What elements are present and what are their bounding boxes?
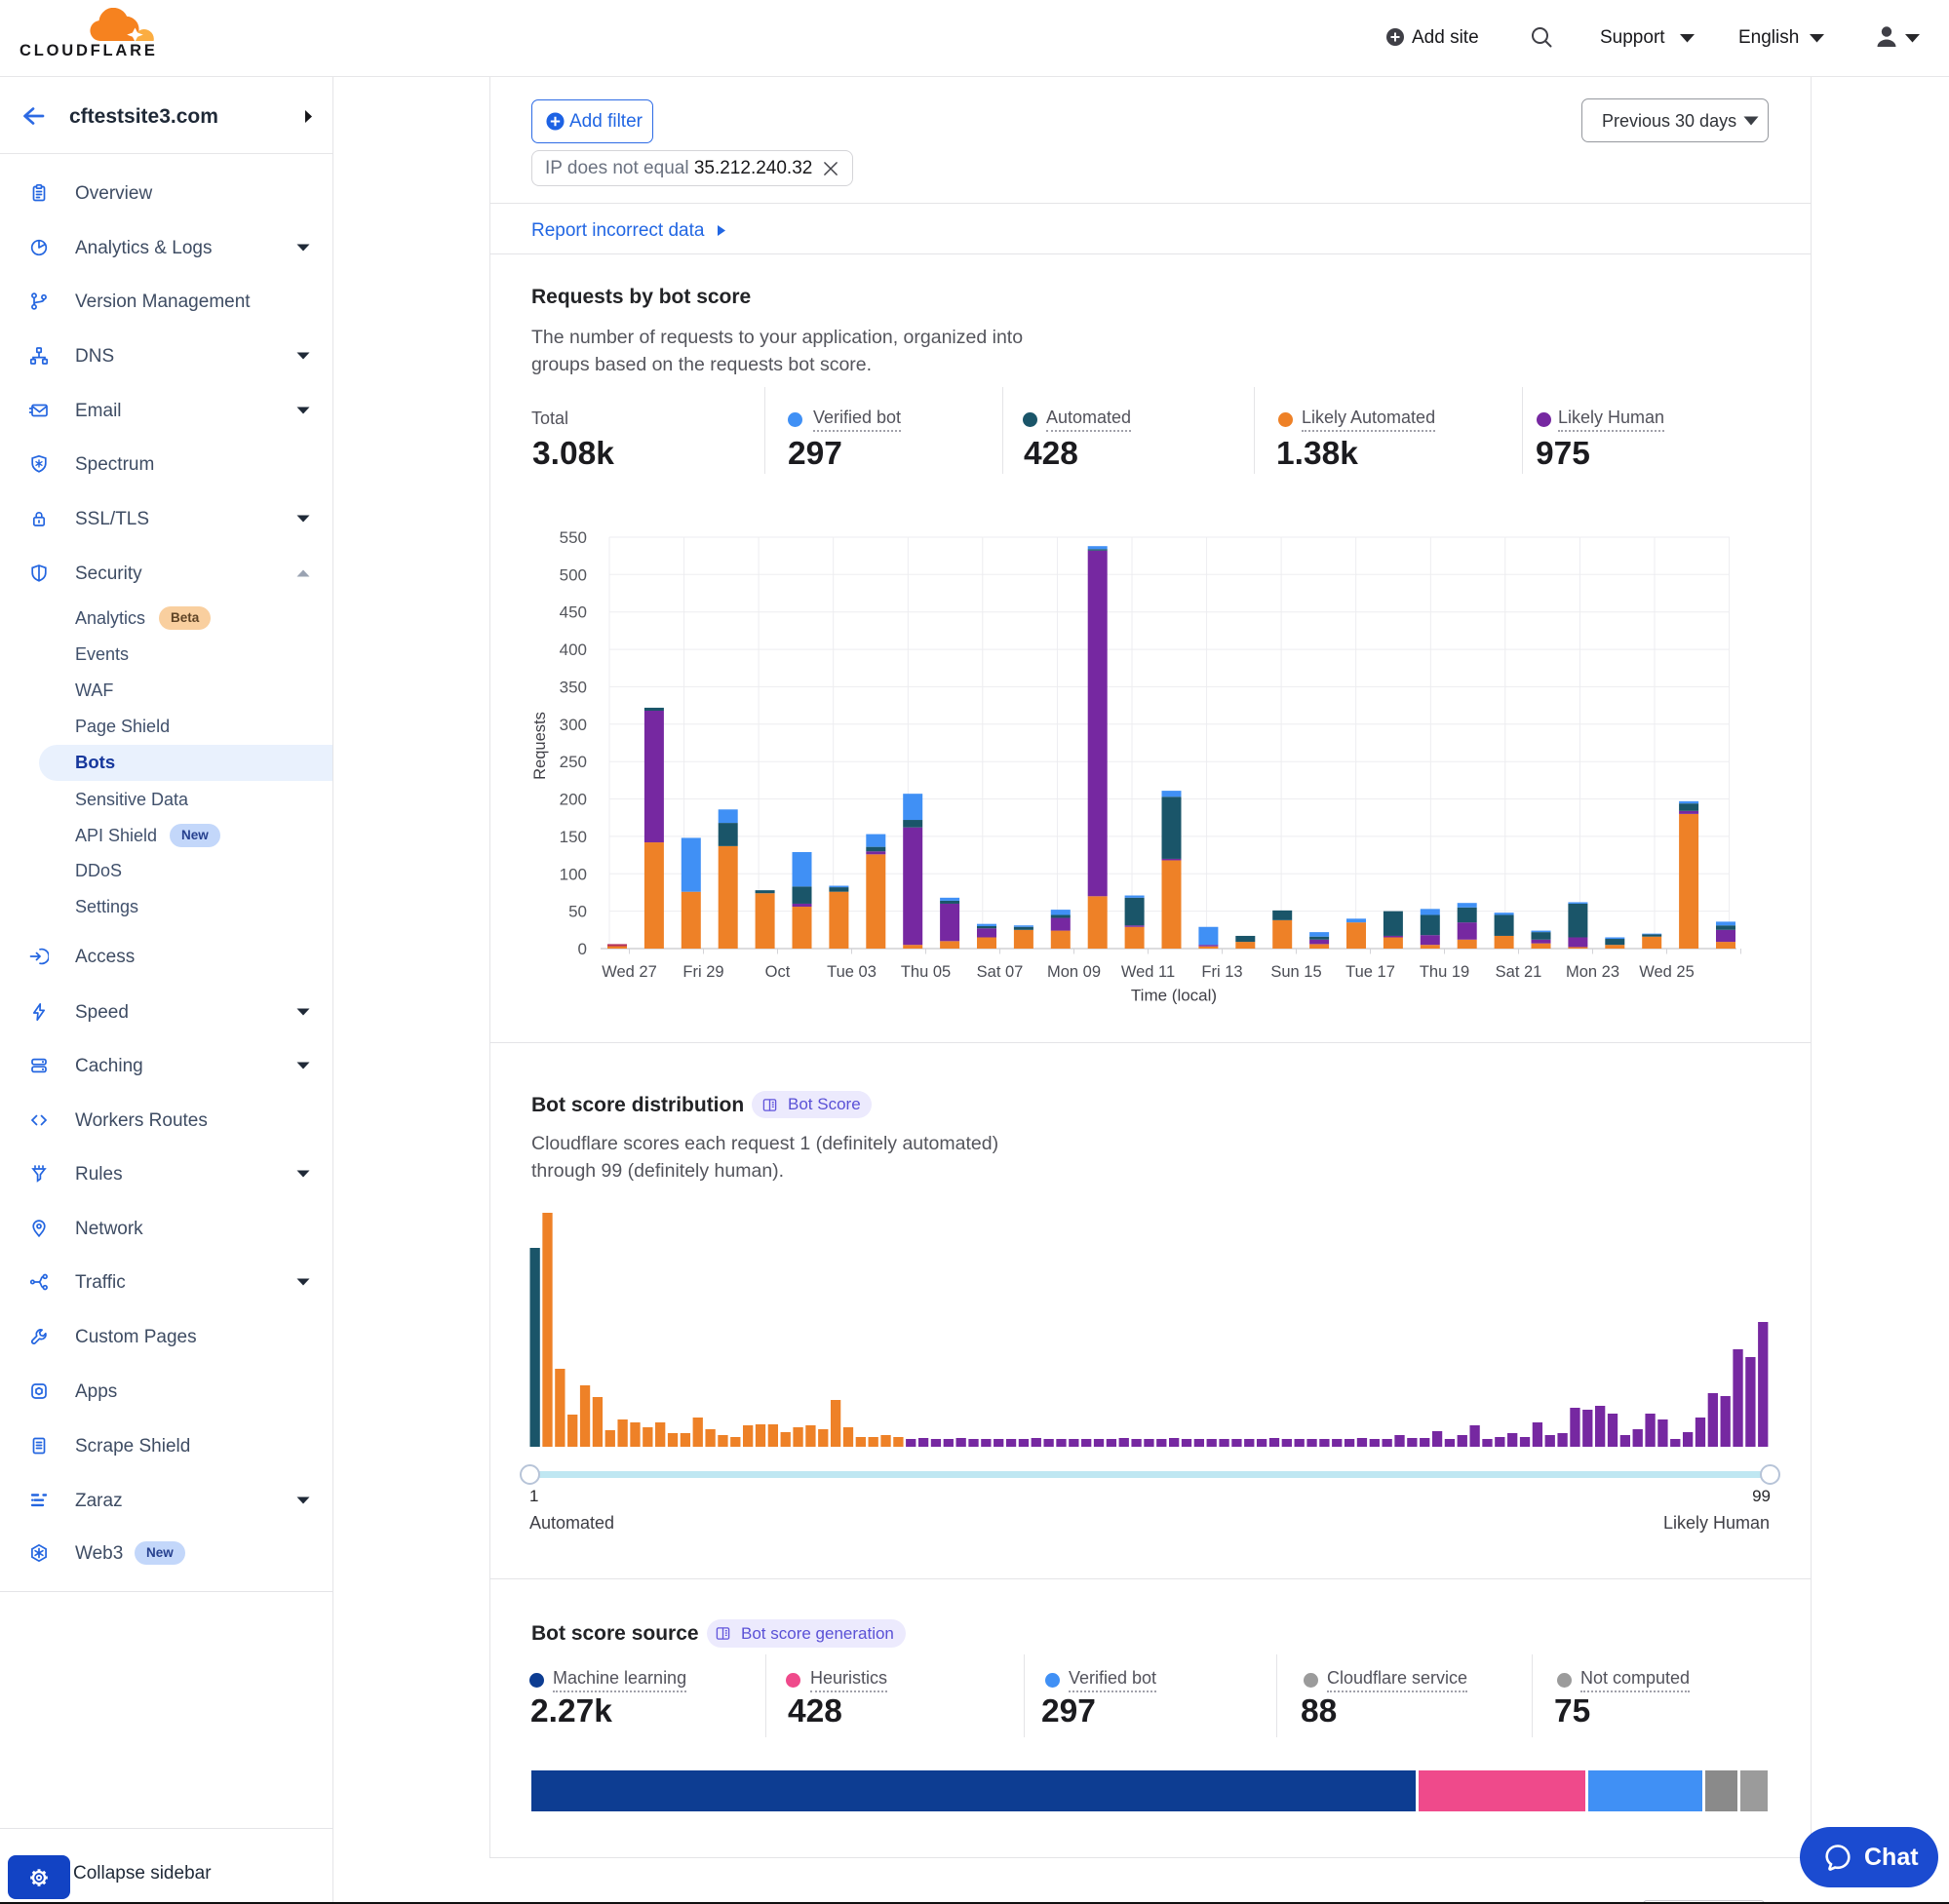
svg-text:Time (local): Time (local) <box>1131 987 1217 1005</box>
svg-text:200: 200 <box>560 791 587 809</box>
svg-text:Mon 09: Mon 09 <box>1047 963 1101 981</box>
svg-text:Thu 05: Thu 05 <box>901 963 951 981</box>
svg-text:Wed 27: Wed 27 <box>602 963 657 981</box>
svg-text:250: 250 <box>560 753 587 771</box>
svg-text:400: 400 <box>560 641 587 659</box>
svg-text:Tue 03: Tue 03 <box>827 963 877 981</box>
svg-text:Fri 13: Fri 13 <box>1201 963 1242 981</box>
svg-text:Wed 11: Wed 11 <box>1121 963 1175 981</box>
svg-text:Oct: Oct <box>765 963 791 981</box>
svg-text:50: 50 <box>568 903 587 921</box>
svg-text:Fri 29: Fri 29 <box>682 963 723 981</box>
svg-text:0: 0 <box>578 940 587 958</box>
svg-text:300: 300 <box>560 716 587 734</box>
svg-text:100: 100 <box>560 865 587 883</box>
svg-text:150: 150 <box>560 828 587 846</box>
svg-text:Sat 07: Sat 07 <box>977 963 1024 981</box>
svg-text:Sat 21: Sat 21 <box>1496 963 1542 981</box>
svg-text:Sun 15: Sun 15 <box>1270 963 1321 981</box>
svg-text:Requests: Requests <box>531 712 549 780</box>
svg-text:550: 550 <box>560 528 587 547</box>
svg-text:Tue 17: Tue 17 <box>1345 963 1395 981</box>
svg-text:450: 450 <box>560 603 587 622</box>
svg-text:500: 500 <box>560 565 587 584</box>
svg-text:Wed 25: Wed 25 <box>1639 963 1695 981</box>
svg-text:350: 350 <box>560 678 587 696</box>
svg-text:Mon 23: Mon 23 <box>1566 963 1619 981</box>
svg-text:Thu 19: Thu 19 <box>1420 963 1469 981</box>
